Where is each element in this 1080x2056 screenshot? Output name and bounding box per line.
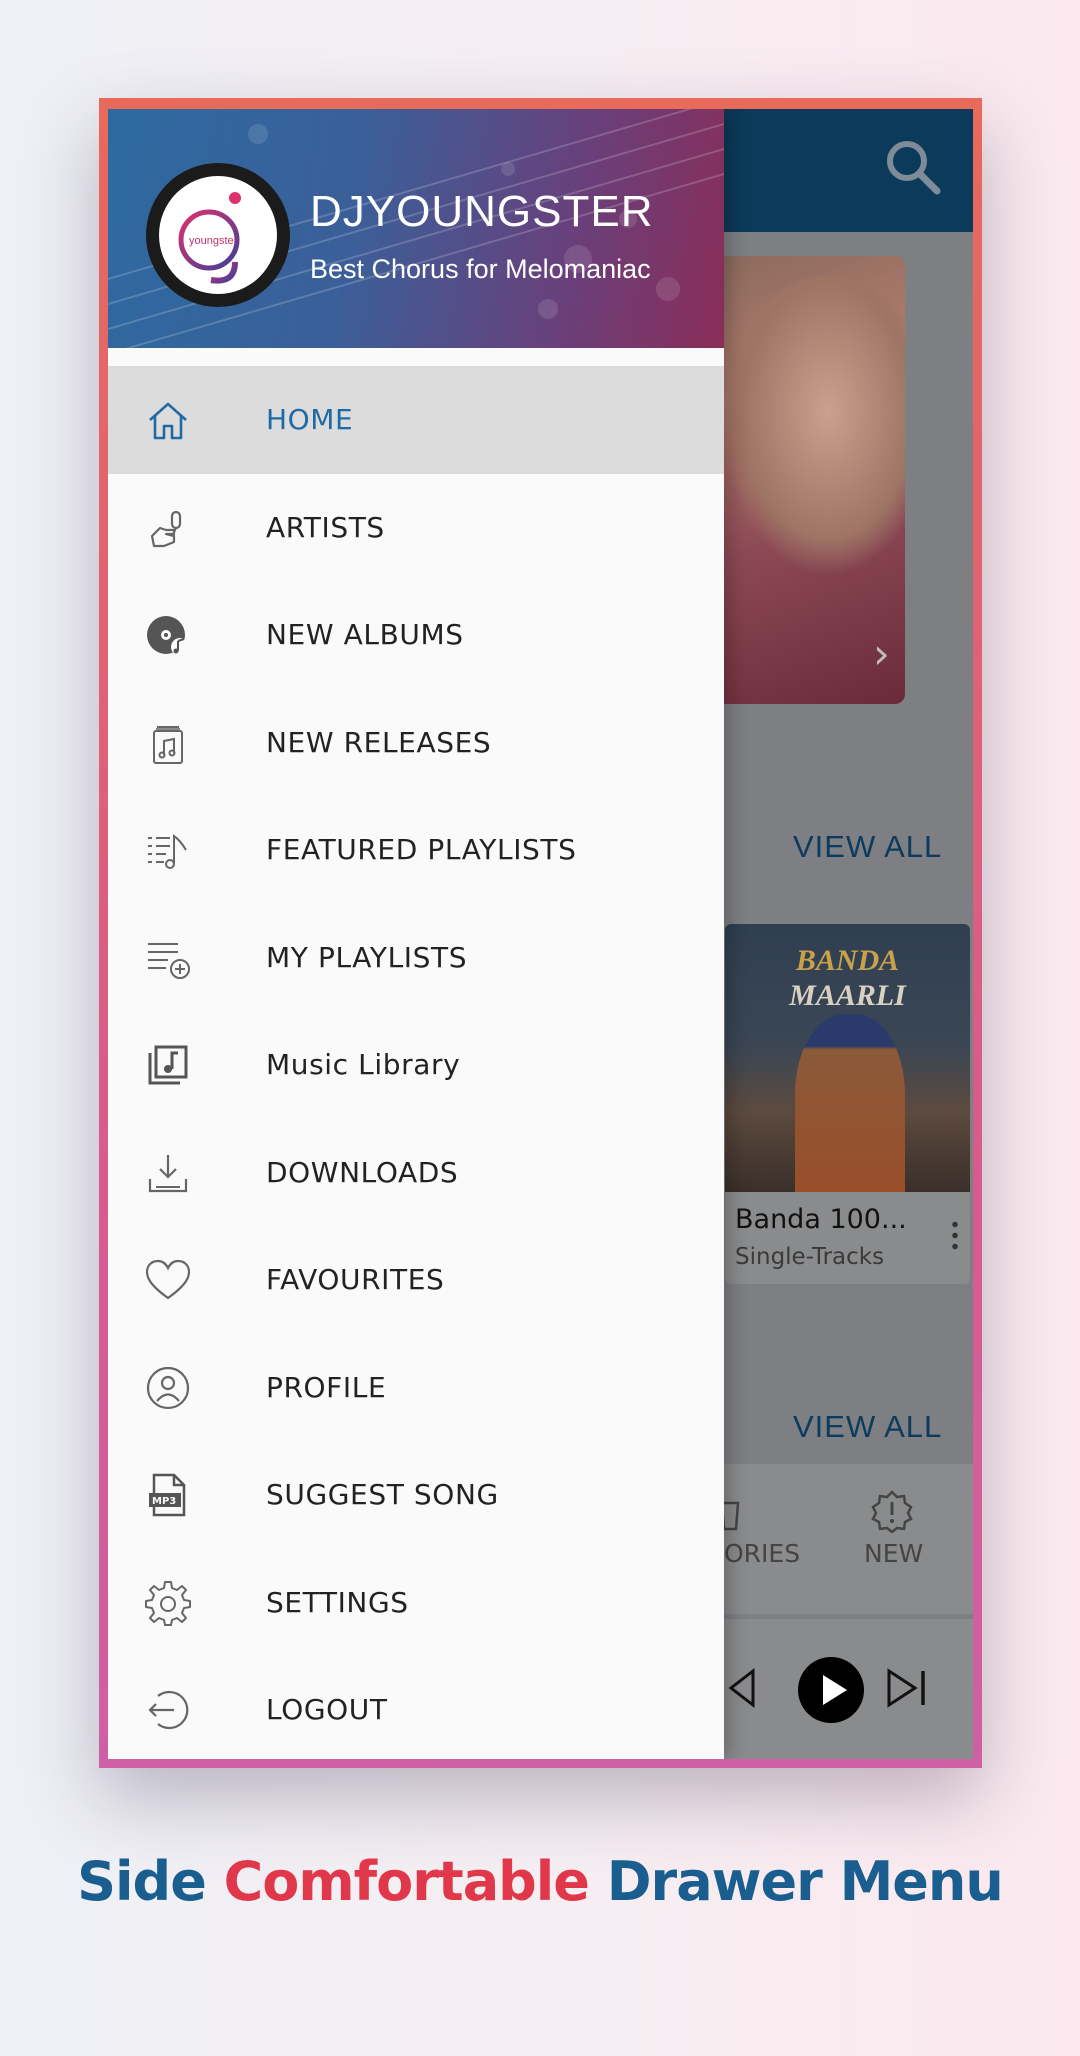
music-box-icon: [153, 725, 183, 764]
banner-face: [718, 276, 905, 576]
playlist-note-icon: [148, 834, 187, 869]
svg-text:MP3: MP3: [152, 1496, 176, 1507]
app-screen: › VIEW ALL BANDA MAARLI Banda 100... Sin…: [108, 109, 973, 1759]
menu-label: SUGGEST SONG: [266, 1478, 499, 1511]
gear-icon: [145, 1580, 191, 1626]
more-vert-icon[interactable]: [952, 1219, 958, 1251]
playlist-add-icon: [148, 942, 190, 979]
menu-item-downloads[interactable]: DOWNLOADS: [108, 1119, 724, 1227]
menu-label: ARTISTS: [266, 510, 385, 544]
menu-label: MY PLAYLISTS: [266, 940, 468, 974]
profile-icon: [146, 1366, 190, 1409]
view-all-link-2[interactable]: VIEW ALL: [793, 1409, 942, 1445]
navigation-drawer: youngster DJYOUNGSTER Best Chorus for Me…: [108, 109, 724, 1759]
menu-item-suggest-song[interactable]: MP3 SUGGEST SONG: [108, 1441, 724, 1549]
poster-title-line2: MAARLI: [789, 979, 906, 1012]
drawer-menu: HOME ARTISTS NEW ALBUMS NEW RELEASES FEA…: [108, 366, 724, 1759]
menu-item-my-playlists[interactable]: MY PLAYLISTS: [108, 904, 724, 1012]
download-icon: [148, 1154, 188, 1192]
heart-icon: [145, 1259, 191, 1300]
chevron-right-icon[interactable]: ›: [873, 629, 890, 678]
menu-item-new-releases[interactable]: NEW RELEASES: [108, 689, 724, 797]
menu-item-new-albums[interactable]: NEW ALBUMS: [108, 581, 724, 689]
app-tagline: Best Chorus for Melomaniac: [310, 254, 651, 284]
album-cover: BANDA MAARLI: [725, 924, 970, 1192]
caption-word-drawer-menu: Drawer Menu: [606, 1850, 1004, 1913]
menu-label: PROFILE: [266, 1370, 387, 1404]
promo-caption: Side Comfortable Drawer Menu: [0, 1850, 1080, 1913]
menu-item-artists[interactable]: ARTISTS: [108, 474, 724, 582]
album-card[interactable]: BANDA MAARLI Banda 100... Single-Tracks: [725, 924, 970, 1284]
caption-word-comfortable: Comfortable: [223, 1850, 590, 1913]
svg-text:youngster: youngster: [189, 235, 238, 247]
app-name: DJYOUNGSTER: [310, 187, 654, 236]
menu-label: SETTINGS: [266, 1585, 409, 1619]
new-badge-icon[interactable]: [870, 1489, 914, 1533]
poster-person: [795, 1014, 905, 1192]
previous-icon[interactable]: [723, 1663, 773, 1713]
menu-item-home[interactable]: HOME: [108, 366, 724, 474]
search-icon[interactable]: [883, 137, 943, 197]
menu-item-settings[interactable]: SETTINGS: [108, 1549, 724, 1657]
menu-label: FEATURED PLAYLISTS: [266, 833, 577, 866]
microphone-hand-icon: [150, 510, 182, 547]
menu-item-profile[interactable]: PROFILE: [108, 1334, 724, 1442]
phone-frame: › VIEW ALL BANDA MAARLI Banda 100... Sin…: [99, 98, 982, 1768]
dj-logo-icon: youngster: [178, 192, 241, 284]
menu-item-featured-playlists[interactable]: FEATURED PLAYLISTS: [108, 796, 724, 904]
mp3-file-icon: MP3: [149, 1473, 186, 1517]
album-title: Banda 100...: [735, 1204, 907, 1235]
menu-label: Music Library: [266, 1048, 461, 1081]
menu-label: LOGOUT: [266, 1693, 388, 1726]
tab-stories[interactable]: ORIES: [724, 1539, 800, 1568]
menu-label: DOWNLOADS: [266, 1155, 459, 1189]
album-subtitle: Single-Tracks: [735, 1244, 885, 1270]
app-logo: youngster: [146, 163, 290, 307]
play-button[interactable]: [798, 1657, 864, 1723]
menu-label: FAVOURITES: [266, 1263, 445, 1296]
menu-label: NEW RELEASES: [266, 725, 492, 759]
tab-new[interactable]: NEW: [864, 1539, 923, 1568]
poster-title-line1: BANDA: [795, 944, 900, 977]
logout-icon: [148, 1690, 189, 1730]
menu-label: NEW ALBUMS: [266, 618, 464, 651]
vinyl-disc-icon: [147, 616, 189, 656]
menu-label: HOME: [266, 403, 354, 436]
home-icon: [149, 402, 187, 440]
menu-item-logout[interactable]: LOGOUT: [108, 1656, 724, 1759]
music-library-icon: [148, 1045, 188, 1085]
drawer-header: youngster DJYOUNGSTER Best Chorus for Me…: [108, 109, 724, 348]
menu-item-favourites[interactable]: FAVOURITES: [108, 1226, 724, 1334]
view-all-link[interactable]: VIEW ALL: [793, 829, 942, 865]
next-icon[interactable]: [883, 1663, 933, 1713]
caption-word-side: Side: [77, 1850, 207, 1913]
menu-item-music-library[interactable]: Music Library: [108, 1011, 724, 1119]
